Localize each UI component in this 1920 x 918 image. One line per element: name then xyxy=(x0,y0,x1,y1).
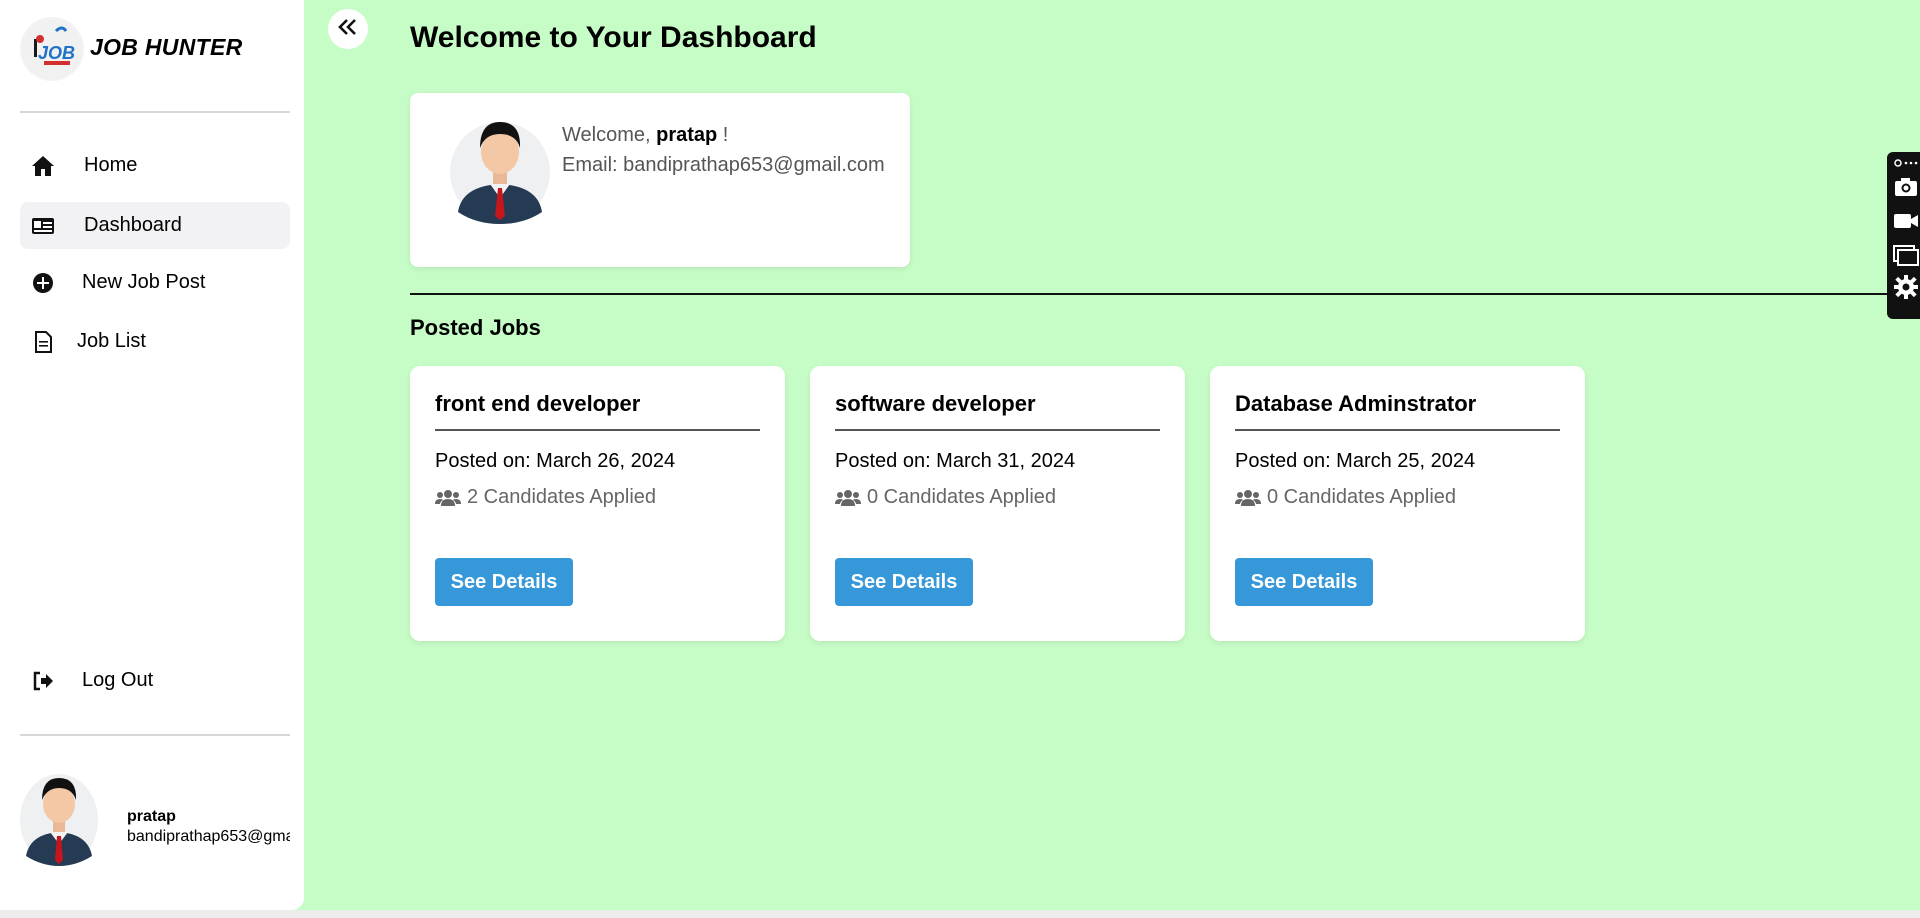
id-card-icon xyxy=(30,213,56,239)
job-applied-label: 0 Candidates Applied xyxy=(1267,486,1457,508)
double-chevron-left-icon xyxy=(338,18,358,41)
sidebar: JOB JOB HUNTER Home Dashboard New Job Po… xyxy=(0,0,304,910)
screenshot-camera-icon[interactable] xyxy=(1893,174,1919,200)
home-icon xyxy=(30,153,56,179)
users-icon xyxy=(835,488,861,508)
job-applied-label: 2 Candidates Applied xyxy=(467,486,657,508)
job-candidates-count: 0 Candidates Applied xyxy=(835,486,1056,509)
job-posted-date: Posted on: March 26, 2024 xyxy=(435,450,676,472)
extension-menu-icon[interactable] xyxy=(1893,156,1919,168)
welcome-message: Welcome, pratap ! xyxy=(562,124,728,147)
welcome-card: Welcome, pratap ! Email: bandiprathap653… xyxy=(410,93,910,267)
job-candidates-count: 2 Candidates Applied xyxy=(435,486,656,509)
sidebar-item-label: Home xyxy=(84,154,138,176)
see-details-button[interactable]: See Details xyxy=(435,558,573,606)
job-posted-date: Posted on: March 25, 2024 xyxy=(1235,450,1476,472)
sidebar-item-new-job-post[interactable]: New Job Post xyxy=(20,259,290,306)
see-details-button[interactable]: See Details xyxy=(1235,558,1373,606)
job-divider xyxy=(1235,429,1560,431)
sidebar-item-label: Job List xyxy=(77,330,146,352)
welcome-username: pratap xyxy=(656,124,718,146)
sidebar-divider xyxy=(20,111,290,113)
job-divider xyxy=(835,429,1160,431)
user-name: pratap xyxy=(127,808,176,825)
job-applied-label: 0 Candidates Applied xyxy=(867,486,1057,508)
window-capture-icon[interactable] xyxy=(1893,242,1919,268)
document-icon xyxy=(30,329,56,355)
svg-text:JOB: JOB xyxy=(38,43,75,63)
brand-name: JOB HUNTER xyxy=(90,34,243,60)
avatar[interactable] xyxy=(20,764,98,871)
sidebar-item-label: Dashboard xyxy=(84,214,182,236)
see-details-button[interactable]: See Details xyxy=(835,558,973,606)
job-card: front end developer Posted on: March 26,… xyxy=(410,366,785,641)
section-divider xyxy=(410,293,1890,295)
job-title: Database Adminstrator xyxy=(1235,391,1477,416)
logout-button[interactable]: Log Out xyxy=(20,657,290,704)
extension-toolbar xyxy=(1887,152,1920,319)
page-title: Welcome to Your Dashboard xyxy=(410,21,817,54)
plus-circle-icon xyxy=(30,270,56,296)
job-posted-date: Posted on: March 31, 2024 xyxy=(835,450,1076,472)
users-icon xyxy=(1235,488,1261,508)
sidebar-item-job-list[interactable]: Job List xyxy=(20,318,290,365)
collapse-sidebar-button[interactable] xyxy=(328,9,368,49)
sidebar-item-dashboard[interactable]: Dashboard xyxy=(20,202,290,249)
settings-gear-icon[interactable] xyxy=(1893,274,1919,300)
welcome-prefix: Welcome, xyxy=(562,124,657,146)
avatar xyxy=(448,116,552,229)
page-bottom-strip xyxy=(0,910,1920,918)
brand: JOB xyxy=(20,17,84,81)
welcome-suffix: ! xyxy=(717,124,729,146)
job-title: software developer xyxy=(835,391,1036,416)
welcome-email: Email: bandiprathap653@gmail.com xyxy=(562,154,885,176)
logout-label: Log Out xyxy=(82,669,154,691)
posted-jobs-heading: Posted Jobs xyxy=(410,315,541,340)
job-candidates-count: 0 Candidates Applied xyxy=(1235,486,1456,509)
sign-out-icon xyxy=(30,668,56,694)
sidebar-item-label: New Job Post xyxy=(82,271,206,293)
sidebar-divider xyxy=(20,734,290,736)
job-card: software developer Posted on: March 31, … xyxy=(810,366,1185,641)
brand-logo[interactable]: JOB xyxy=(20,17,84,81)
job-title: front end developer xyxy=(435,391,641,416)
video-record-icon[interactable] xyxy=(1893,208,1919,234)
users-icon xyxy=(435,488,461,508)
user-email: bandiprathap653@gmail.com xyxy=(127,828,290,845)
job-card: Database Adminstrator Posted on: March 2… xyxy=(1210,366,1585,641)
sidebar-item-home[interactable]: Home xyxy=(20,142,290,189)
job-divider xyxy=(435,429,760,431)
